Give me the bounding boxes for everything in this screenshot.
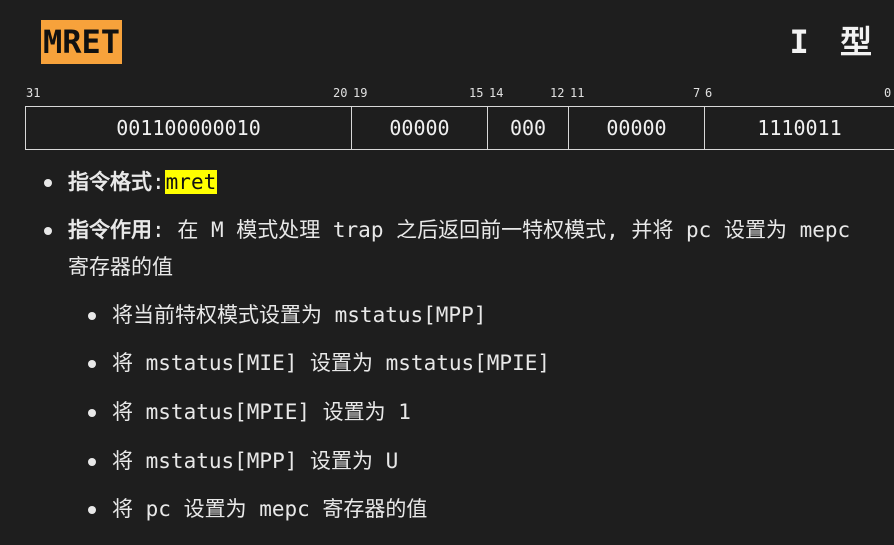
field-opcode: 1110011	[705, 107, 894, 149]
bullet-dot	[88, 312, 96, 320]
bullet-dot	[88, 409, 96, 417]
bit-31: 31	[26, 86, 41, 100]
encoding-fields: 001100000010 00000 000 00000 1110011	[25, 106, 894, 150]
step-item: 将 mstatus[MIE] 设置为 mstatus[MPIE]	[112, 351, 551, 375]
bit-12: 12	[550, 86, 565, 100]
bullet-dot	[44, 227, 52, 235]
effect-item: 指令作用: 在 M 模式处理 trap 之后返回前一特权模式, 并将 pc 设置…	[68, 215, 850, 245]
bit-20: 20	[333, 86, 348, 100]
field-funct12: 001100000010	[26, 107, 352, 149]
effect-sep: :	[152, 218, 165, 242]
format-label: 指令格式	[68, 170, 152, 194]
step-item: 将 pc 设置为 mepc 寄存器的值	[112, 497, 428, 521]
field-funct3: 000	[488, 107, 569, 149]
bullet-dot	[88, 458, 96, 466]
instruction-type: I 型	[789, 23, 878, 61]
step-item: 将 mstatus[MPP] 设置为 U	[112, 449, 399, 473]
instruction-title: MRET	[41, 20, 123, 64]
effect-text-line1: 在 M 模式处理 trap 之后返回前一特权模式, 并将 pc 设置为 mepc	[177, 218, 851, 242]
bullet-dot	[44, 179, 52, 187]
field-rs1: 00000	[352, 107, 488, 149]
step-item: 将 mstatus[MPIE] 设置为 1	[112, 400, 411, 424]
format-sep: :	[152, 170, 165, 194]
effect-label: 指令作用	[68, 218, 152, 242]
step-item: 将当前特权模式设置为 mstatus[MPP]	[112, 303, 487, 327]
bit-14: 14	[489, 86, 504, 100]
page: MRET I 型 31 20 19 15 14 12 11 7 6 0 0011…	[0, 0, 894, 545]
field-rd: 00000	[569, 107, 705, 149]
bit-11: 11	[570, 86, 585, 100]
bit-19: 19	[353, 86, 368, 100]
bit-0: 0	[884, 86, 892, 100]
bit-position-labels: 31 20 19 15 14 12 11 7 6 0	[0, 86, 894, 104]
format-item: 指令格式:mret	[68, 167, 218, 197]
bit-7: 7	[693, 86, 701, 100]
bullet-dot	[88, 506, 96, 514]
bullet-dot	[88, 360, 96, 368]
effect-text-line2: 寄存器的值	[68, 255, 173, 279]
bit-15: 15	[469, 86, 484, 100]
bit-6: 6	[705, 86, 713, 100]
format-code: mret	[164, 170, 218, 194]
